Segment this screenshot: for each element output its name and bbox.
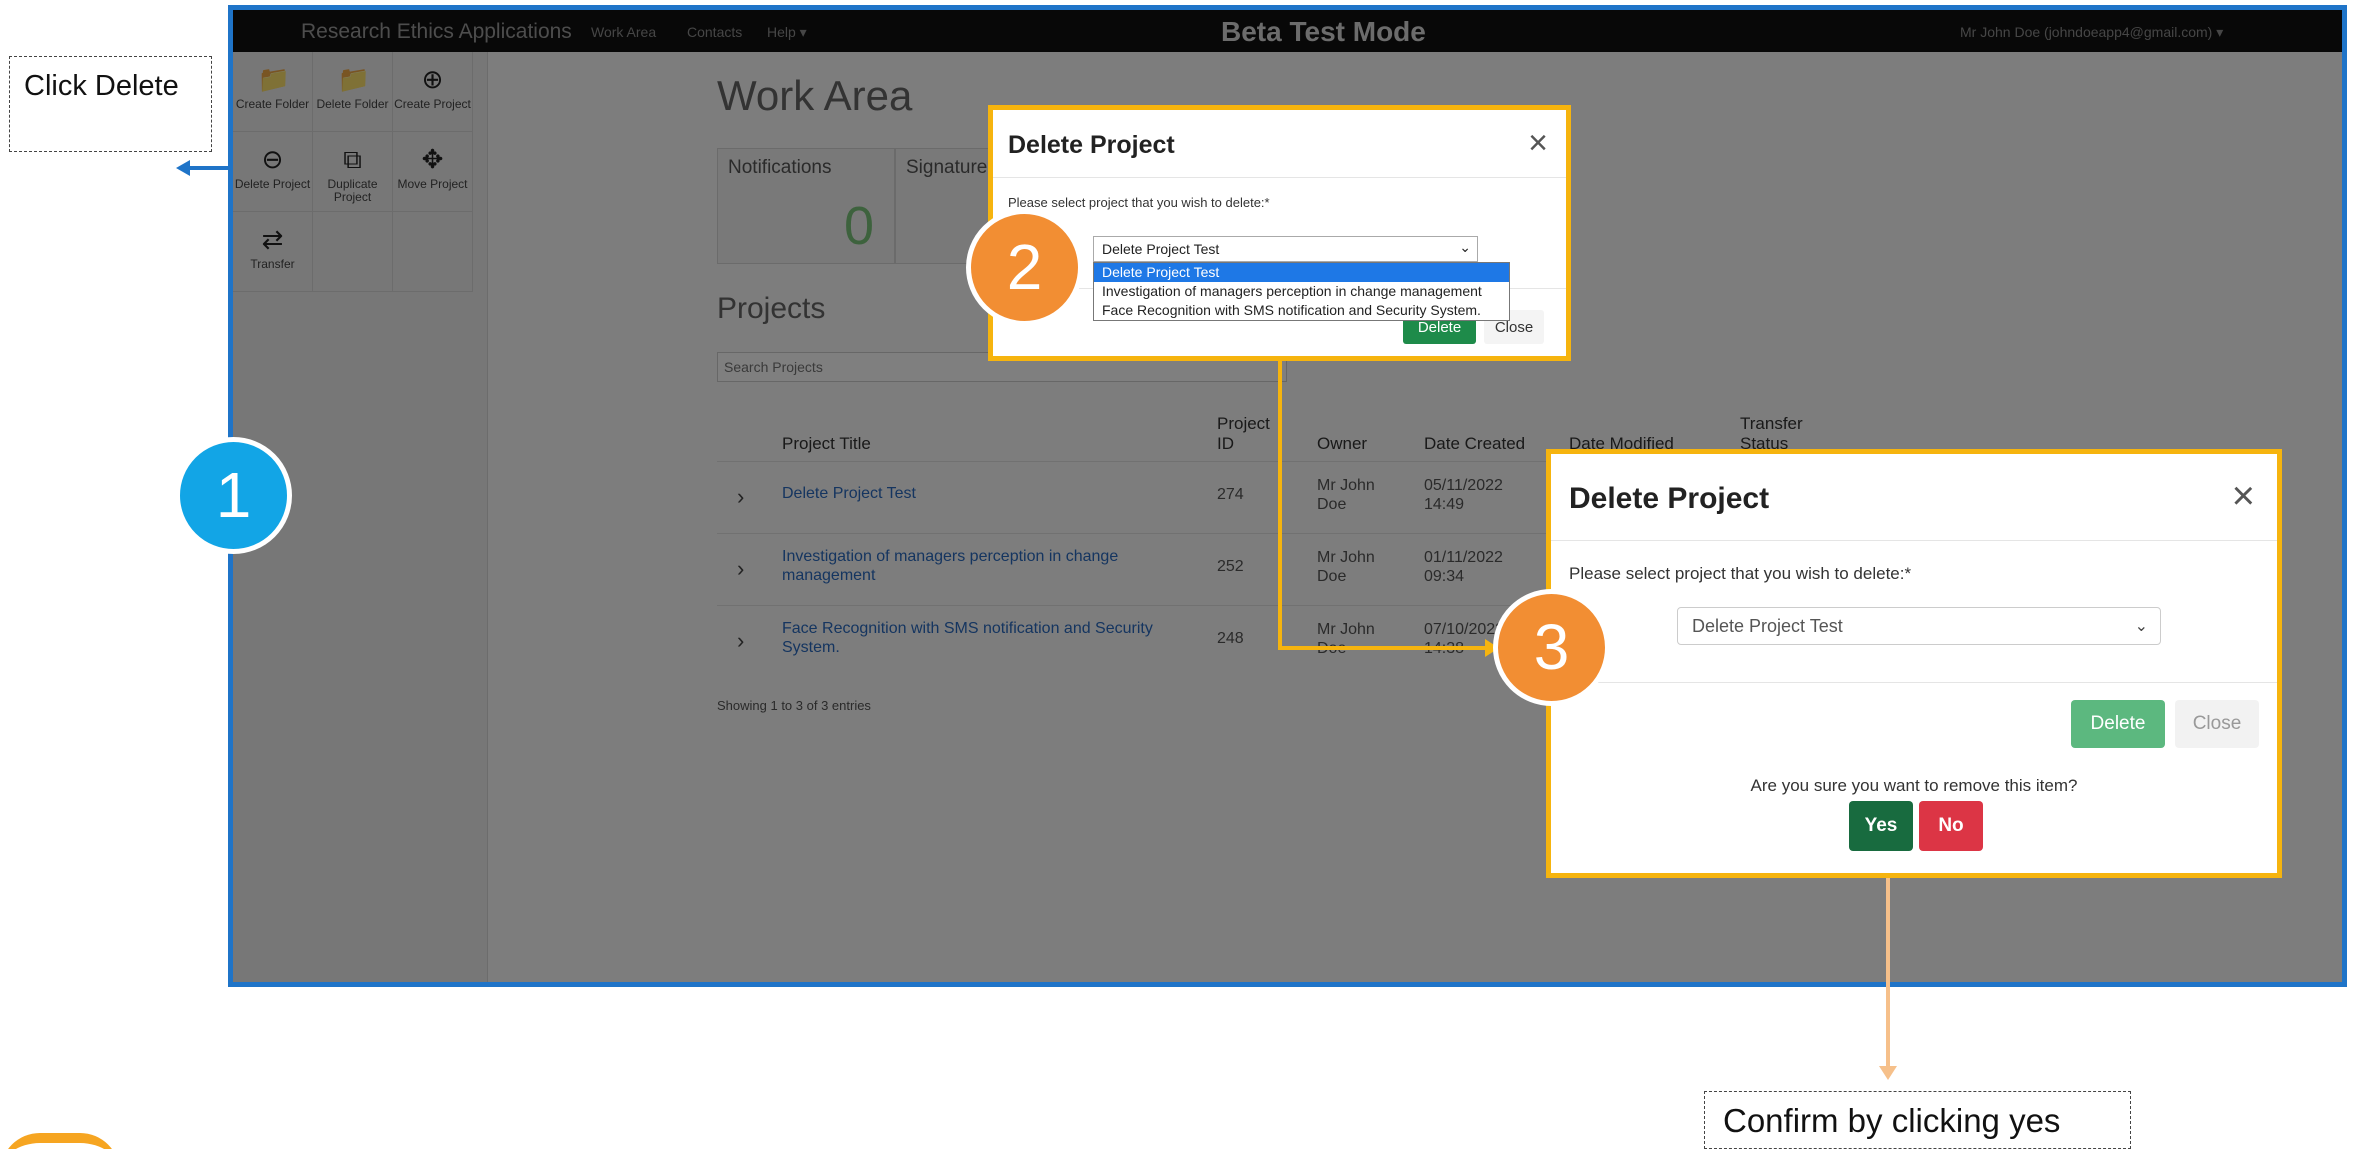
close-button[interactable]: Close [2175, 700, 2259, 748]
dialog-title: Delete Project [1569, 482, 1770, 515]
step-2-badge: 2 [966, 209, 1083, 326]
project-select[interactable]: Delete Project Test ⌄ [1677, 607, 2161, 645]
dialog-divider [1551, 682, 2277, 683]
confirm-text: Are you sure you want to remove this ite… [1750, 776, 2078, 795]
chevron-down-icon: ⌄ [1459, 239, 1471, 255]
yes-button[interactable]: Yes [1849, 801, 1913, 851]
arrow-line [186, 166, 230, 170]
connector-line [1278, 361, 1282, 650]
arrow-head-icon [176, 160, 190, 176]
step-3-badge: 3 [1493, 589, 1610, 706]
dialog-title: Delete Project [1008, 131, 1175, 159]
dialog-header: Delete Project × [993, 110, 1566, 178]
connector-line [1886, 878, 1890, 1068]
chevron-down-icon: ⌄ [2134, 618, 2148, 635]
dropdown-option[interactable]: Investigation of managers perception in … [1094, 282, 1509, 301]
dialog-prompt: Please select project that you wish to d… [1008, 195, 1270, 210]
dialog-prompt: Please select project that you wish to d… [1569, 564, 1912, 583]
callout-click-delete: Click Delete [9, 56, 212, 152]
decorative-swoosh [0, 1133, 120, 1149]
delete-project-dialog-step3: Delete Project × Please select project t… [1546, 449, 2282, 878]
project-dropdown-list: Delete Project Test Investigation of man… [1093, 262, 1510, 321]
close-icon[interactable]: × [2232, 476, 2255, 516]
dropdown-option[interactable]: Face Recognition with SMS notification a… [1094, 301, 1509, 320]
step-1-badge: 1 [175, 437, 292, 554]
delete-button[interactable]: Delete [2071, 700, 2165, 748]
no-button[interactable]: No [1919, 801, 1983, 851]
delete-project-dialog-step2: Delete Project × Please select project t… [988, 105, 1571, 361]
dialog-header: Delete Project × [1551, 454, 2277, 541]
project-select[interactable]: Delete Project Test ⌄ [1093, 236, 1478, 262]
arrow-head-icon [1879, 1066, 1897, 1080]
dropdown-option[interactable]: Delete Project Test [1094, 263, 1509, 282]
callout-confirm: Confirm by clicking yes [1704, 1091, 2131, 1149]
close-icon[interactable]: × [1528, 126, 1548, 160]
connector-line [1278, 646, 1485, 650]
